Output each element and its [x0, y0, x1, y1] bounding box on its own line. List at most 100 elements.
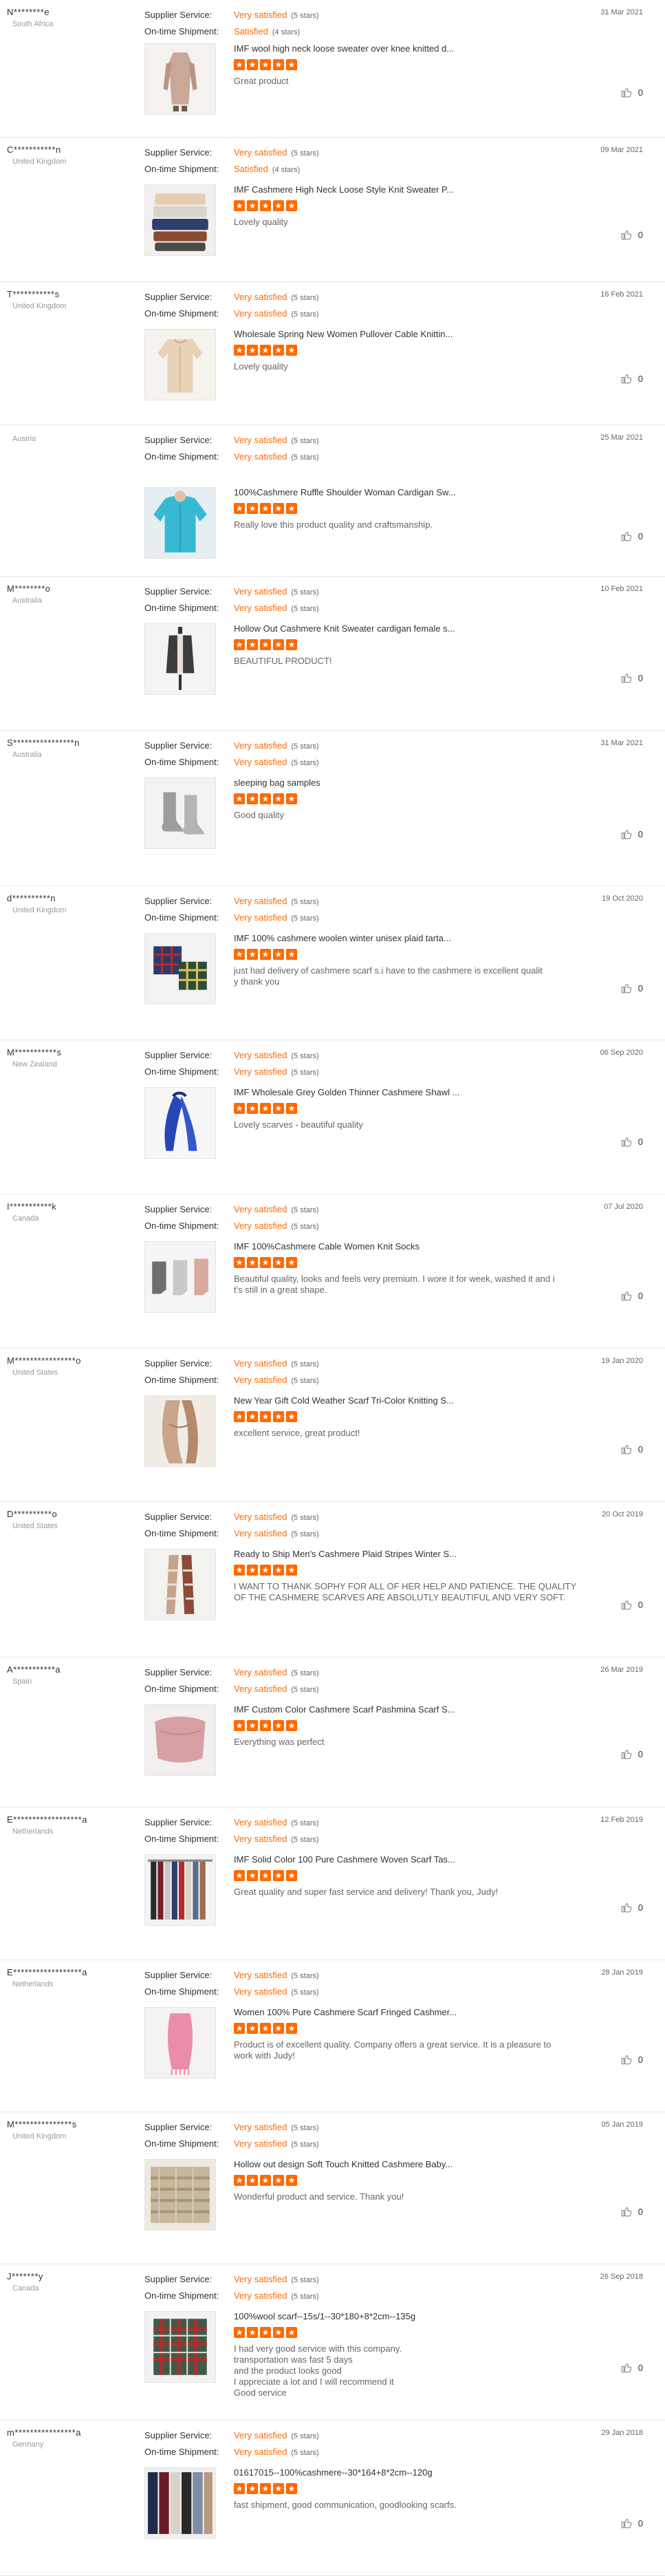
star-icon: ★	[234, 949, 245, 960]
buyer-country: Spain	[12, 1677, 32, 1686]
product-title[interactable]: 100%wool scarf--15s/1--30*180+8*2cm--135…	[234, 2311, 619, 2321]
ontime-shipment-row: On-time Shipment: Very satisfied (5 stars)	[144, 2136, 319, 2152]
like-count: 0	[637, 373, 643, 384]
ontime-shipment-value: Very satisfied	[234, 308, 287, 319]
like-button[interactable]: 0	[620, 1598, 643, 1611]
review-item: d**********n United Kingdom 19 Oct 2020 …	[0, 886, 665, 1040]
product-title[interactable]: IMF Custom Color Cashmere Scarf Pashmina…	[234, 1704, 619, 1715]
product-thumbnail[interactable]	[144, 2311, 216, 2383]
product-image	[145, 1088, 215, 1158]
star-icon: ★	[247, 1411, 258, 1422]
like-button[interactable]: 0	[620, 2361, 643, 2374]
service-ratings: Supplier Service: Very satisfied (5 stars)…	[144, 2427, 319, 2460]
product-thumbnail[interactable]	[144, 1854, 216, 1926]
like-button[interactable]: 0	[620, 982, 643, 994]
product-title[interactable]: sleeping bag samples	[234, 777, 619, 788]
product-thumbnail[interactable]	[144, 329, 216, 400]
buyer-name: C***********n	[7, 144, 61, 155]
product-title[interactable]: IMF Solid Color 100 Pure Cashmere Woven …	[234, 1854, 619, 1865]
product-thumbnail[interactable]	[144, 43, 216, 115]
product-thumbnail[interactable]	[144, 487, 216, 559]
like-button[interactable]: 0	[620, 828, 643, 840]
buyer-info: J*******y Canada	[7, 2271, 138, 2293]
review-item: M********o Australia 10 Feb 2021 Supplie…	[0, 577, 665, 731]
star-icon: ★	[260, 2023, 271, 2034]
service-ratings: Supplier Service: Very satisfied (5 stars)…	[144, 1047, 319, 1080]
thumbs-up-icon	[621, 2519, 632, 2529]
like-button[interactable]: 0	[620, 2205, 643, 2218]
like-button[interactable]: 0	[620, 1748, 643, 1760]
product-thumbnail[interactable]	[144, 1704, 216, 1776]
product-thumbnail[interactable]	[144, 933, 216, 1005]
like-button[interactable]: 0	[620, 1443, 643, 1455]
product-title[interactable]: IMF Cashmere High Neck Loose Style Knit …	[234, 184, 619, 195]
review-comment: Good quality	[234, 810, 284, 820]
like-button[interactable]: 0	[620, 228, 643, 241]
like-count: 0	[637, 2518, 643, 2529]
ontime-shipment-value: Very satisfied	[234, 1834, 287, 1844]
product-image	[145, 1855, 215, 1925]
star-icon: ★	[273, 200, 284, 211]
supplier-service-label: Supplier Service:	[144, 2430, 212, 2440]
like-button[interactable]: 0	[620, 1135, 643, 1148]
product-thumbnail[interactable]	[144, 623, 216, 695]
buyer-name: D**********o	[7, 1509, 58, 1519]
product-title[interactable]: Women 100% Pure Cashmere Scarf Fringed C…	[234, 2007, 619, 2017]
product-rating: ★ ★ ★ ★ ★	[234, 2483, 619, 2494]
product-thumbnail[interactable]	[144, 184, 216, 256]
product-thumbnail[interactable]	[144, 1549, 216, 1620]
product-info: 100%wool scarf--15s/1--30*180+8*2cm--135…	[234, 2311, 619, 2398]
product-info: 100%Cashmere Ruffle Shoulder Woman Cardi…	[234, 487, 619, 530]
product-title[interactable]: Wholesale Spring New Women Pullover Cabl…	[234, 329, 619, 339]
product-thumbnail[interactable]	[144, 777, 216, 849]
product-title[interactable]: IMF Wholesale Grey Golden Thinner Cashme…	[234, 1087, 619, 1097]
ontime-shipment-stars: (5 stars)	[291, 914, 319, 923]
product-image	[145, 2160, 215, 2230]
product-title[interactable]: 01617015--100%cashmere--30*164+8*2cm--12…	[234, 2467, 619, 2478]
product-thumbnail[interactable]	[144, 1087, 216, 1159]
ontime-shipment-stars: (5 stars)	[291, 453, 319, 462]
product-title[interactable]: New Year Gift Cold Weather Scarf Tri-Col…	[234, 1395, 619, 1406]
product-info: 01617015--100%cashmere--30*164+8*2cm--12…	[234, 2467, 619, 2511]
buyer-name: A***********a	[7, 1664, 61, 1675]
supplier-service-label: Supplier Service:	[144, 1204, 212, 1214]
like-button[interactable]: 0	[620, 2517, 643, 2529]
product-thumbnail[interactable]	[144, 2467, 216, 2539]
thumbs-up-icon	[621, 674, 632, 683]
product-title[interactable]: Ready to Ship Men's Cashmere Plaid Strip…	[234, 1549, 619, 1559]
supplier-service-row: Supplier Service: Very satisfied (5 stars)	[144, 1201, 319, 1218]
like-button[interactable]: 0	[620, 1901, 643, 1913]
buyer-info: C***********n United Kingdom	[7, 144, 138, 166]
like-button[interactable]: 0	[620, 86, 643, 98]
like-button[interactable]: 0	[620, 1289, 643, 1302]
star-icon: ★	[247, 793, 258, 804]
supplier-service-value: Very satisfied	[234, 292, 287, 302]
product-title[interactable]: IMF 100%Cashmere Cable Women Knit Socks	[234, 1241, 619, 1252]
buyer-country: New Zealand	[12, 1060, 57, 1069]
product-title[interactable]: Hollow out design Soft Touch Knitted Cas…	[234, 2159, 619, 2169]
like-button[interactable]: 0	[620, 372, 643, 385]
product-title[interactable]: IMF 100% cashmere woolen winter unisex p…	[234, 933, 619, 943]
product-title[interactable]: 100%Cashmere Ruffle Shoulder Woman Cardi…	[234, 487, 619, 497]
star-icon: ★	[286, 2327, 297, 2338]
thumbs-up-icon	[621, 374, 632, 384]
ontime-shipment-value: Very satisfied	[234, 1986, 287, 1997]
product-thumbnail[interactable]	[144, 2007, 216, 2079]
buyer-info: I***********k Canada	[7, 1201, 138, 1223]
star-icon: ★	[260, 1720, 271, 1731]
product-title[interactable]: Hollow Out Cashmere Knit Sweater cardiga…	[234, 623, 619, 634]
ontime-shipment-row: On-time Shipment: Very satisfied (5 stars)	[144, 1218, 319, 1234]
like-button[interactable]: 0	[620, 672, 643, 684]
star-icon: ★	[273, 1257, 284, 1268]
review-date: 09 Mar 2021	[600, 146, 643, 154]
product-thumbnail[interactable]	[144, 2159, 216, 2231]
product-thumbnail[interactable]	[144, 1241, 216, 1313]
product-title[interactable]: IMF wool high neck loose sweater over kn…	[234, 43, 619, 54]
product-thumbnail[interactable]	[144, 1395, 216, 1467]
like-button[interactable]: 0	[620, 530, 643, 542]
review-comment: Really love this product quality and cra…	[234, 519, 433, 530]
review-item: D**********o United States 20 Oct 2019 S…	[0, 1502, 665, 1657]
like-button[interactable]: 0	[620, 2053, 643, 2065]
buyer-info: A***********a Spain	[7, 1664, 138, 1686]
star-icon: ★	[273, 2175, 284, 2186]
